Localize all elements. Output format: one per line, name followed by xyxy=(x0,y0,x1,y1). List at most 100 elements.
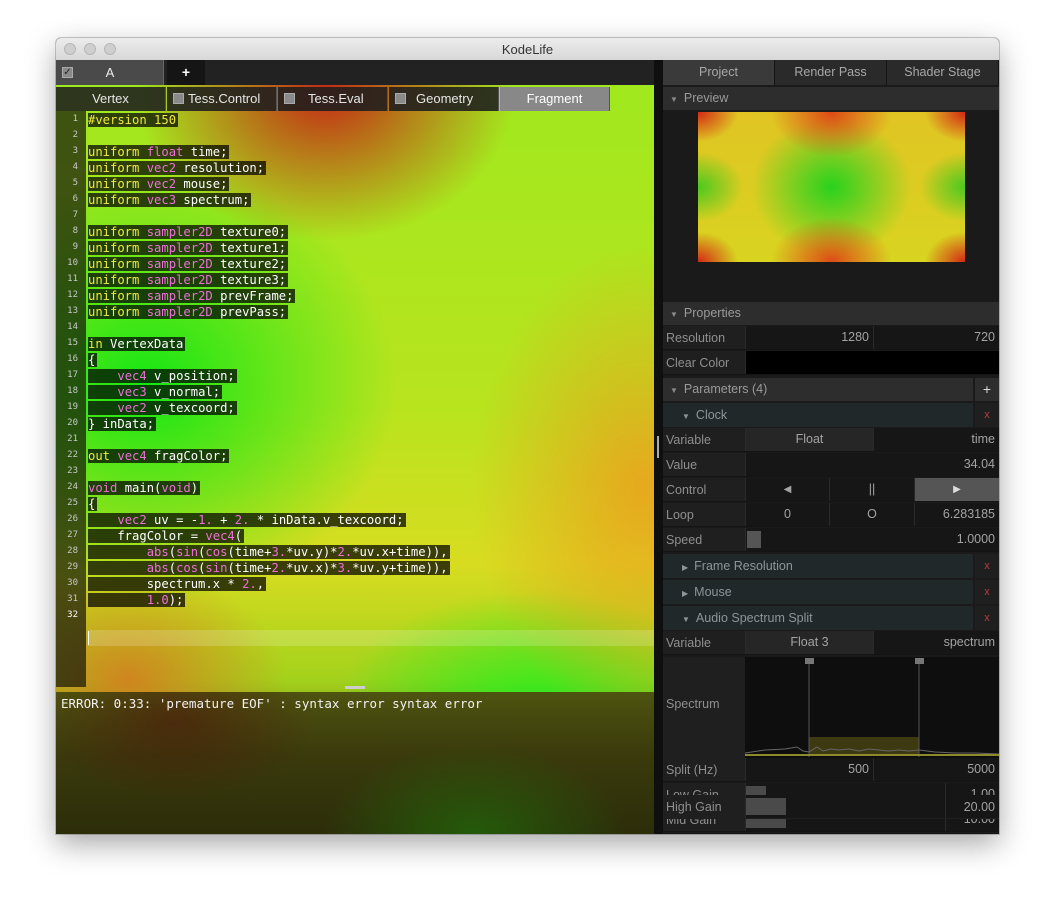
remove-audio-spectrum-button[interactable]: x xyxy=(975,606,999,630)
rewind-button[interactable]: ◀ xyxy=(745,478,829,501)
code-line[interactable]: vec3 v_normal; xyxy=(88,384,223,400)
code-line[interactable]: 1.0); xyxy=(88,592,186,608)
line-number: 1 xyxy=(72,114,78,124)
code-token: ( xyxy=(168,561,177,575)
parameters-section-header[interactable]: ▼ Parameters (4) xyxy=(663,378,973,401)
code-line-text: abs(cos(sin(time+2.*uv.x)*3.*uv.y+time))… xyxy=(88,561,450,575)
tab-fragment[interactable]: Fragment xyxy=(500,87,610,111)
properties-section-header[interactable]: ▼ Properties xyxy=(663,302,999,325)
document-tab-a[interactable]: ✓ A xyxy=(56,60,164,85)
expanded-triangle-icon: ▼ xyxy=(670,310,678,319)
code-line[interactable]: uniform vec2 mouse; xyxy=(88,176,230,192)
code-line[interactable]: uniform sampler2D prevFrame; xyxy=(88,288,296,304)
play-button[interactable]: ▶ xyxy=(914,478,999,501)
code-line[interactable]: uniform sampler2D prevPass; xyxy=(88,304,289,320)
audio-type-select[interactable]: Float 3 xyxy=(745,631,873,654)
code-token: *uv.y+time)), xyxy=(352,561,448,575)
audio-spectrum-label: Audio Spectrum Split xyxy=(695,611,813,625)
line-number: 19 xyxy=(67,402,78,412)
code-token: vec2 xyxy=(117,401,147,415)
code-line[interactable]: abs(sin(cos(time+3.*uv.y)*2.*uv.x+time))… xyxy=(88,544,450,560)
code-token: v_normal; xyxy=(146,385,221,399)
spectrum-graph[interactable] xyxy=(744,657,999,758)
code-token: sampler2D xyxy=(146,273,213,287)
code-token: { xyxy=(88,497,96,511)
line-number: 7 xyxy=(72,210,78,220)
tess-control-checkbox[interactable] xyxy=(173,93,184,104)
code-line[interactable]: out vec4 fragColor; xyxy=(88,448,230,464)
code-line[interactable]: uniform sampler2D texture0; xyxy=(88,224,289,240)
high-gain-field[interactable]: 20.00 xyxy=(945,795,999,818)
code-line[interactable]: uniform sampler2D texture3; xyxy=(88,272,289,288)
tab-tess-control[interactable]: Tess.Control xyxy=(167,87,277,111)
mid-band-region xyxy=(809,737,919,756)
tab-vertex[interactable]: Vertex xyxy=(56,87,166,111)
code-token: sampler2D xyxy=(146,225,213,239)
code-token: sampler2D xyxy=(146,305,213,319)
resolution-width-field[interactable]: 1280 xyxy=(745,326,873,349)
low-split-handle[interactable] xyxy=(805,658,814,664)
speed-slider-thumb[interactable] xyxy=(747,531,761,548)
code-line[interactable]: { xyxy=(88,496,98,512)
spectrum-label: Spectrum xyxy=(666,697,720,711)
remove-frame-resolution-button[interactable]: x xyxy=(975,554,999,578)
console-error-message: ERROR: 0:33: 'premature EOF' : syntax er… xyxy=(61,696,483,711)
loop-start-field[interactable]: 0 xyxy=(745,503,829,526)
clear-color-swatch[interactable] xyxy=(745,351,999,374)
tess-eval-checkbox[interactable] xyxy=(284,93,295,104)
code-line[interactable]: vec2 uv = -1. + 2. * inData.v_texcoord; xyxy=(88,512,406,528)
tab-geometry[interactable]: Geometry xyxy=(389,87,499,111)
line-number: 3 xyxy=(72,146,78,156)
console-splitter-handle[interactable] xyxy=(345,686,365,689)
line-number: 6 xyxy=(72,194,78,204)
code-line[interactable]: { xyxy=(88,352,98,368)
pause-button[interactable]: || xyxy=(829,478,914,501)
code-line[interactable]: uniform vec3 spectrum; xyxy=(88,192,252,208)
code-line[interactable]: fragColor = vec4( xyxy=(88,528,245,544)
tab-shader-stage[interactable]: Shader Stage xyxy=(887,60,999,85)
code-token: abs xyxy=(146,545,169,559)
text-caret xyxy=(88,631,89,645)
add-document-button[interactable]: + xyxy=(167,60,205,85)
tab-render-pass[interactable]: Render Pass xyxy=(775,60,887,85)
clock-variable-name-field[interactable]: time xyxy=(873,428,999,451)
clock-parameter-header[interactable]: ▼ Clock xyxy=(663,403,973,427)
mouse-parameter-header[interactable]: ▶ Mouse xyxy=(663,580,973,604)
high-split-handle[interactable] xyxy=(915,658,924,664)
code-line[interactable]: spectrum.x * 2., xyxy=(88,576,267,592)
code-line[interactable]: uniform sampler2D texture2; xyxy=(88,256,289,272)
resolution-height-field[interactable]: 720 xyxy=(873,326,999,349)
tab-tess-eval[interactable]: Tess.Eval xyxy=(278,87,388,111)
code-line[interactable]: #version 150 xyxy=(88,112,179,128)
speed-slider[interactable]: 1.0000 xyxy=(745,528,999,551)
speed-value: 1.0000 xyxy=(956,532,995,546)
geometry-checkbox[interactable] xyxy=(395,93,406,104)
code-line[interactable]: in VertexData xyxy=(88,336,186,352)
code-line[interactable]: } inData; xyxy=(88,416,157,432)
code-line[interactable]: abs(cos(sin(time+2.*uv.x)*3.*uv.y+time))… xyxy=(88,560,450,576)
loop-end-field[interactable]: 6.283185 xyxy=(914,503,999,526)
tab-project[interactable]: Project xyxy=(663,60,775,85)
code-editor[interactable]: ✓ A + Vertex Tess.Control Tess.Eval Geom… xyxy=(56,60,654,834)
preview-section-header[interactable]: ▼ Preview xyxy=(663,87,999,110)
remove-mouse-button[interactable]: x xyxy=(975,580,999,604)
audio-spectrum-parameter-header[interactable]: ▼ Audio Spectrum Split xyxy=(663,606,973,630)
split-high-field[interactable]: 5000 xyxy=(873,758,999,781)
audio-variable-name-field[interactable]: spectrum xyxy=(873,631,999,654)
add-parameter-button[interactable]: + xyxy=(975,378,999,401)
split-low-field[interactable]: 500 xyxy=(745,758,873,781)
code-line[interactable]: vec2 v_texcoord; xyxy=(88,400,237,416)
divider-handle[interactable] xyxy=(657,436,659,458)
clock-type-select[interactable]: Float xyxy=(745,428,873,451)
properties-label: Properties xyxy=(683,306,741,320)
code-line[interactable]: uniform sampler2D texture1; xyxy=(88,240,289,256)
code-line[interactable]: uniform float time; xyxy=(88,144,230,160)
loop-toggle[interactable]: O xyxy=(829,503,914,526)
frame-resolution-parameter-header[interactable]: ▶ Frame Resolution xyxy=(663,554,973,578)
code-line[interactable]: uniform vec2 resolution; xyxy=(88,160,267,176)
variable-label: Variable xyxy=(666,433,711,447)
clock-value-field[interactable]: 34.04 xyxy=(745,453,999,476)
code-line[interactable]: void main(void) xyxy=(88,480,201,496)
remove-clock-button[interactable]: x xyxy=(975,403,999,427)
code-line[interactable]: vec4 v_position; xyxy=(88,368,237,384)
